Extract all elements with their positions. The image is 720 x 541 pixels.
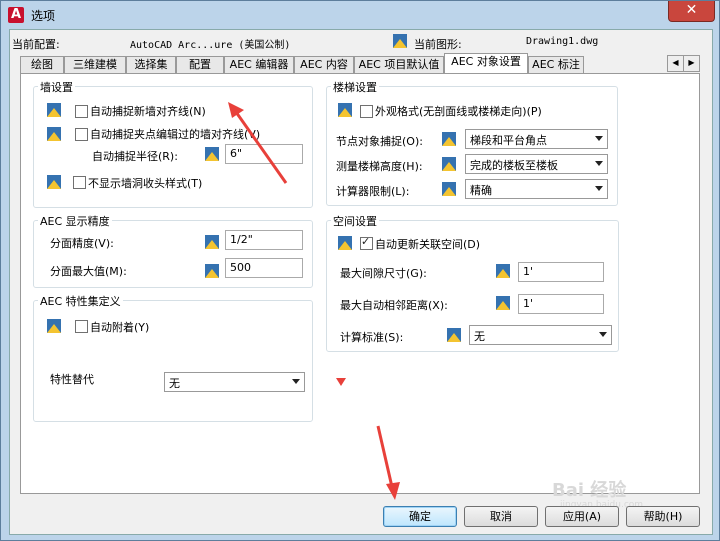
arrow-to-ok-button (376, 425, 400, 500)
arrow-to-autosnap (228, 102, 288, 184)
annotation-arrows (228, 102, 400, 500)
cancel-button[interactable]: 取消 (464, 506, 538, 527)
ok-button[interactable]: 确定 (383, 506, 457, 527)
tab-aec-object-settings[interactable]: AEC 对象设置 (444, 53, 528, 73)
watermark: Bai 经验 (552, 480, 627, 501)
apply-button[interactable]: 应用(A) (545, 506, 619, 527)
help-button[interactable]: 帮助(H) (626, 506, 700, 527)
